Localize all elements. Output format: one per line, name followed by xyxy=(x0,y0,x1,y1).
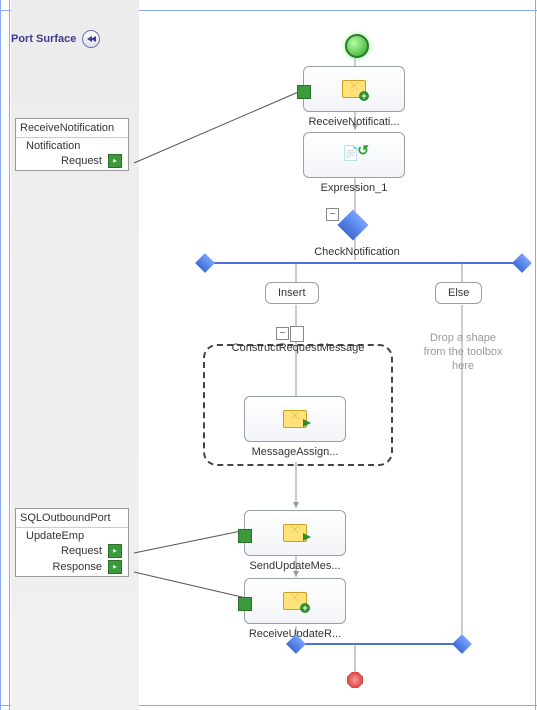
branch-else[interactable]: Else xyxy=(435,282,482,304)
construct-title: ConstructRequestMessage xyxy=(226,342,371,354)
expander-icon[interactable]: − xyxy=(276,327,289,340)
port-message-request[interactable]: Request xyxy=(16,154,128,170)
start-shape[interactable] xyxy=(345,34,369,58)
guide-v-left2 xyxy=(9,0,10,710)
else-hint: Drop a shape from the toolbox here xyxy=(418,332,508,373)
branch-diamond-left xyxy=(195,253,215,273)
port-handle-icon[interactable] xyxy=(238,597,252,611)
expression-shape[interactable]: Expression_1 xyxy=(303,132,405,194)
collapse-icon[interactable] xyxy=(82,30,100,48)
port-message-request[interactable]: Request xyxy=(16,544,128,560)
expander-icon[interactable]: − xyxy=(326,208,339,221)
receive-icon: + xyxy=(283,592,307,610)
end-shape[interactable] xyxy=(347,672,363,688)
branch-diamond-right xyxy=(512,253,532,273)
port-operation: Notification xyxy=(16,138,128,154)
send-update-shape[interactable]: SendUpdateMes... xyxy=(244,510,346,572)
receive-notification-shape[interactable]: + ReceiveNotificati... xyxy=(303,66,405,128)
direction-arrow-icon[interactable] xyxy=(108,544,122,558)
port-operation: UpdateEmp xyxy=(16,528,128,544)
msg-assign-icon xyxy=(283,410,307,428)
shape-label: Expression_1 xyxy=(321,182,388,194)
port-sql-outbound[interactable]: SQLOutboundPort UpdateEmp Request Respon… xyxy=(15,508,129,577)
shape-label: ReceiveNotificati... xyxy=(308,116,399,128)
port-message-response[interactable]: Response xyxy=(16,560,128,576)
start-icon xyxy=(345,34,369,58)
branch-label: Insert xyxy=(278,287,306,299)
receive-icon: + xyxy=(342,80,366,98)
port-handle-icon[interactable] xyxy=(238,529,252,543)
message-assignment-shape[interactable]: MessageAssign... xyxy=(244,396,346,458)
expression-icon xyxy=(342,146,366,164)
merge-diamond-right xyxy=(452,634,472,654)
port-surface-label: Port Surface xyxy=(11,33,76,45)
port-title: ReceiveNotification xyxy=(16,119,128,138)
shape-label: SendUpdateMes... xyxy=(249,560,340,572)
direction-arrow-icon[interactable] xyxy=(108,560,122,574)
receive-update-shape[interactable]: + ReceiveUpdateR... xyxy=(244,578,346,640)
diamond-icon xyxy=(337,209,368,240)
guide-v-left xyxy=(0,0,1,710)
port-surface[interactable] xyxy=(11,0,139,710)
port-message-label: Request xyxy=(61,545,102,557)
port-message-label: Response xyxy=(52,561,102,573)
branch-label: Else xyxy=(448,287,469,299)
port-handle-icon[interactable] xyxy=(297,85,311,99)
decision-shape[interactable] xyxy=(342,214,364,236)
port-receive-notification[interactable]: ReceiveNotification Notification Request xyxy=(15,118,129,171)
construct-icon xyxy=(290,326,304,342)
decision-label: CheckNotification xyxy=(312,246,402,258)
direction-arrow-icon[interactable] xyxy=(108,154,122,168)
shape-label: MessageAssign... xyxy=(252,446,339,458)
port-title: SQLOutboundPort xyxy=(16,509,128,528)
send-icon xyxy=(283,524,307,542)
branch-insert[interactable]: Insert xyxy=(265,282,319,304)
branch-label-box: Insert xyxy=(265,282,319,304)
port-surface-header: Port Surface xyxy=(11,30,100,48)
port-message-label: Request xyxy=(61,155,102,167)
guide-v-right xyxy=(535,0,536,710)
branch-label-box: Else xyxy=(435,282,482,304)
stop-icon xyxy=(347,672,363,688)
orch-canvas[interactable]: Port Surface ReceiveNotification Notific… xyxy=(0,0,537,710)
